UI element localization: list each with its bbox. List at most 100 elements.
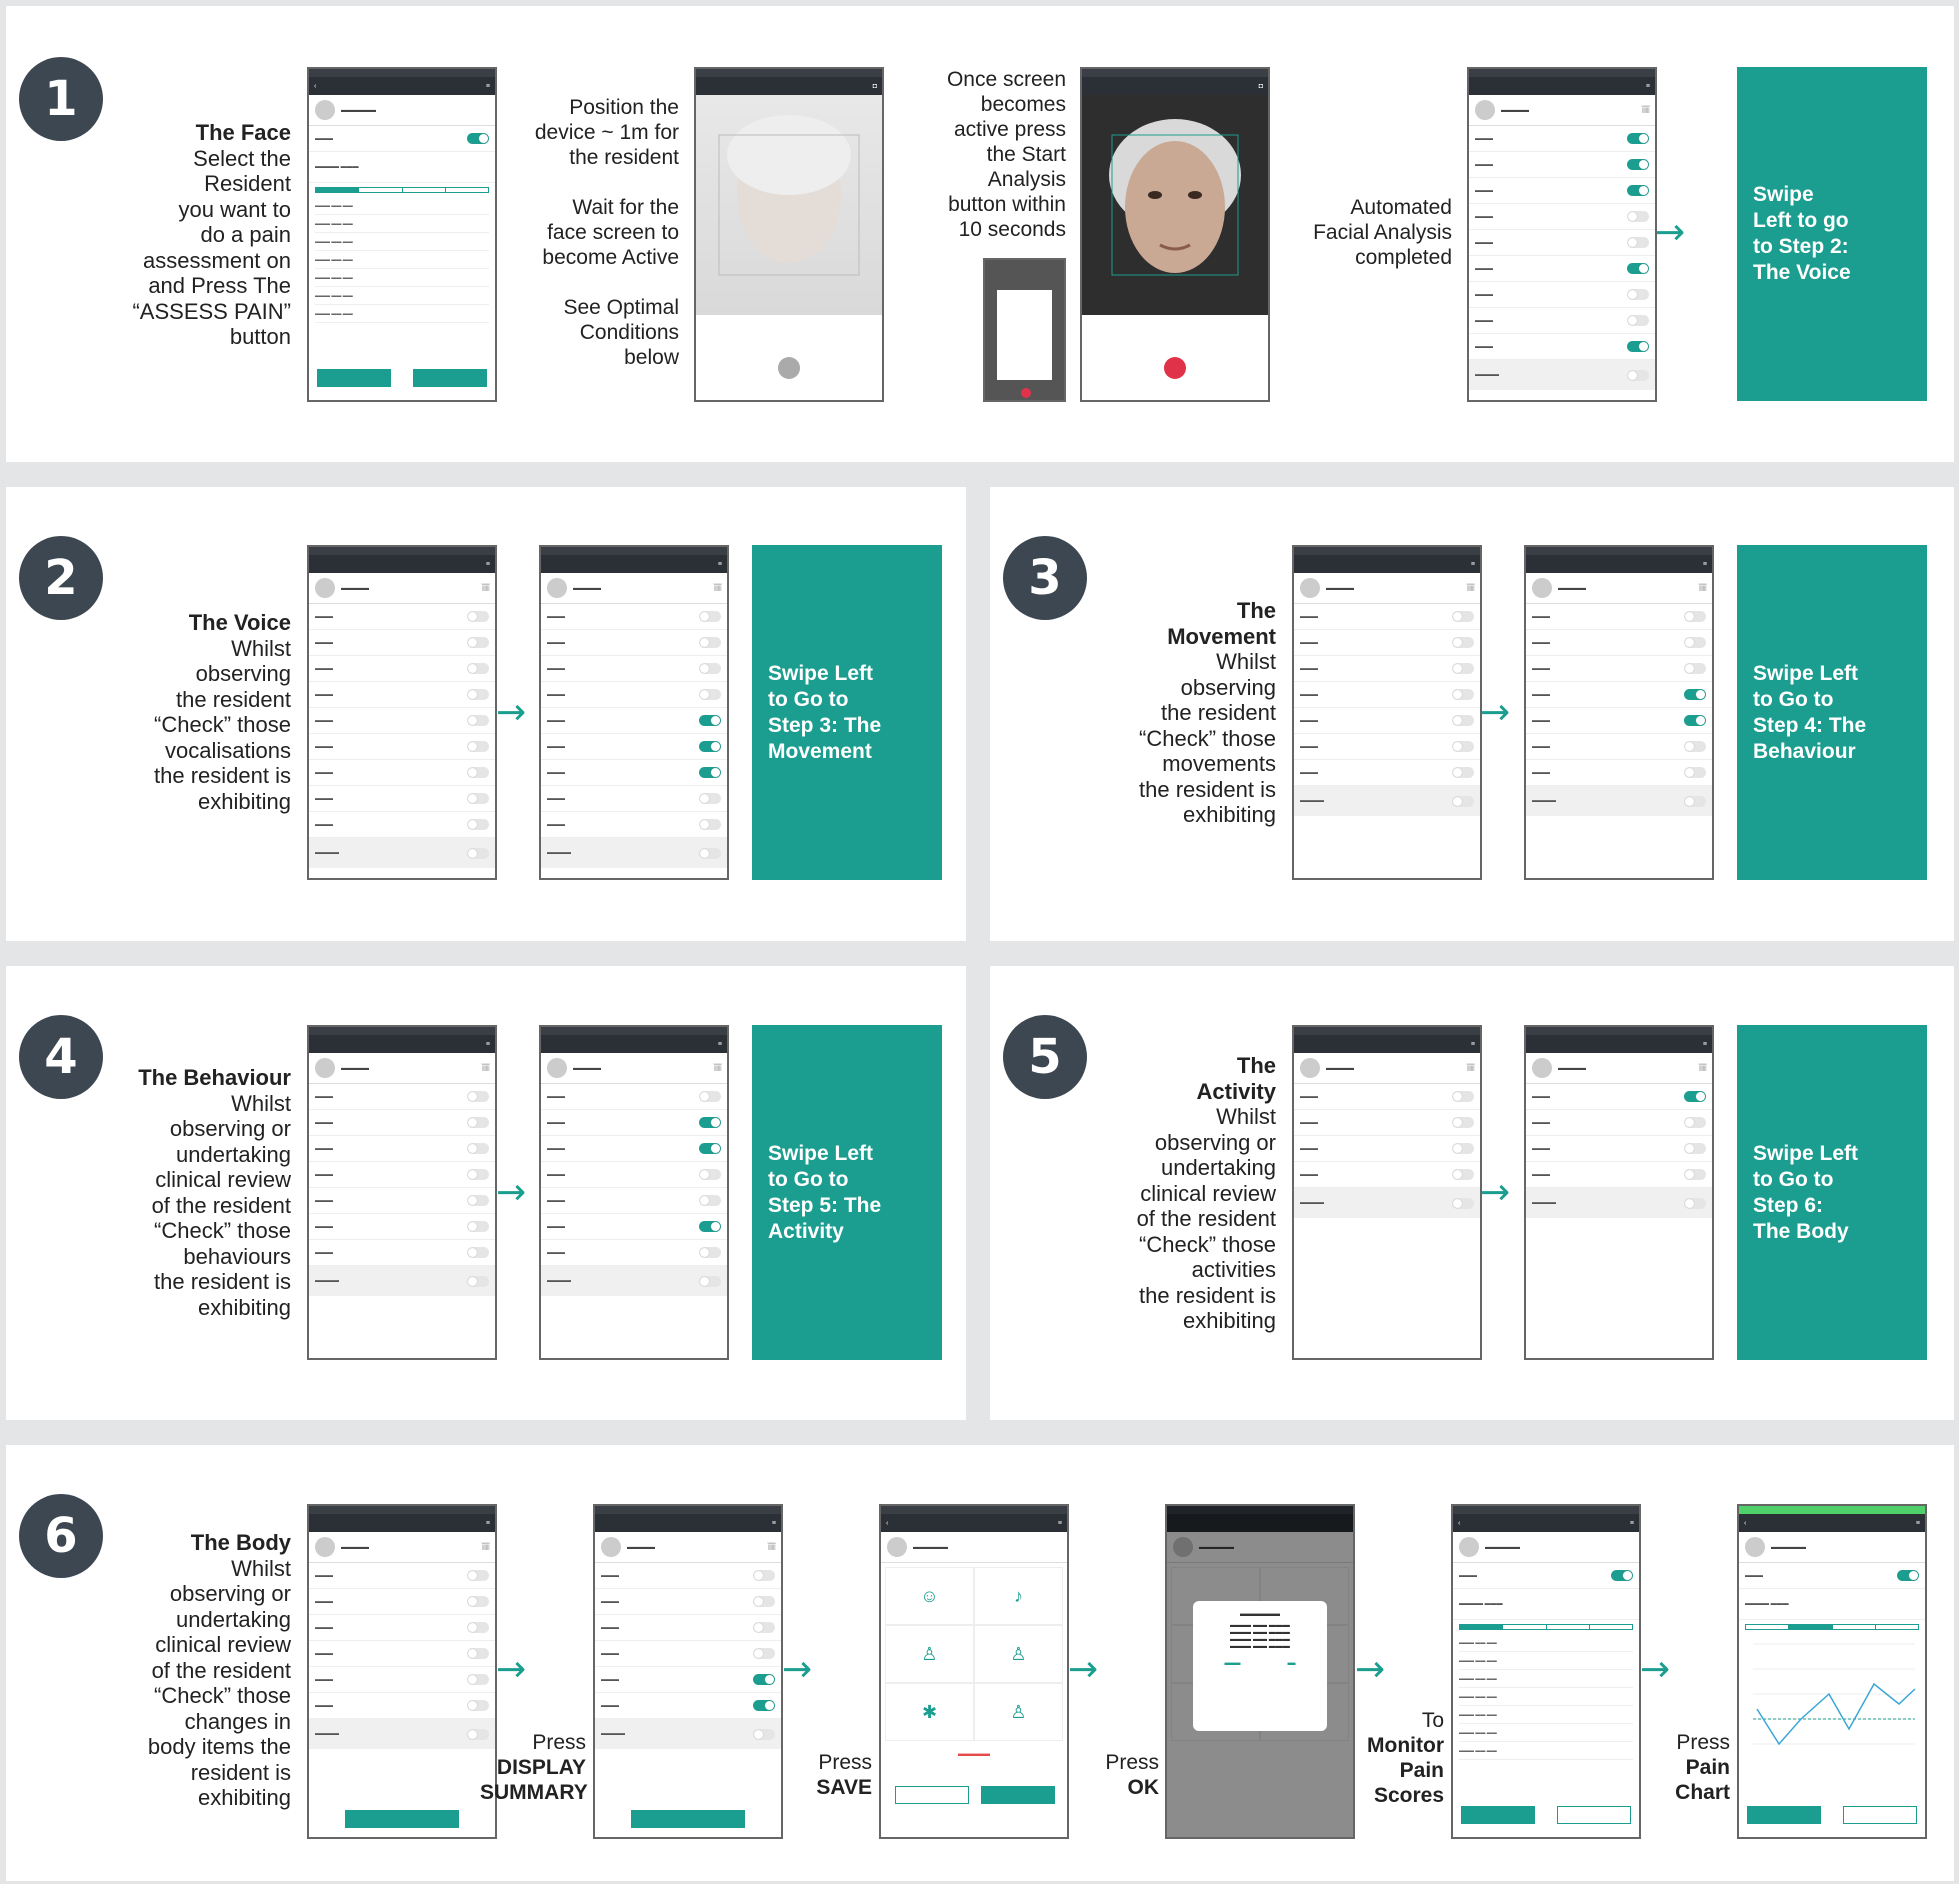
toggle-switch[interactable]	[467, 637, 489, 648]
toggle-switch[interactable]	[1627, 185, 1649, 196]
toggle-switch[interactable]	[699, 793, 721, 804]
toggle-switch[interactable]	[467, 1117, 489, 1128]
toggle-switch[interactable]	[467, 1195, 489, 1206]
toggle-switch[interactable]	[1627, 263, 1649, 274]
toggle-switch[interactable]	[467, 1596, 489, 1607]
toggle-switch[interactable]	[467, 715, 489, 726]
toggle-switch[interactable]	[699, 1221, 721, 1232]
toggle-switch[interactable]	[1684, 611, 1706, 622]
menu-icon[interactable]: ≡	[1703, 561, 1707, 568]
toggle-switch[interactable]	[467, 1221, 489, 1232]
toggle-switch[interactable]	[1452, 637, 1474, 648]
menu-icon[interactable]: ≡	[486, 83, 490, 90]
toggle-switch[interactable]	[699, 847, 721, 859]
toggle-switch[interactable]	[1452, 663, 1474, 674]
toggle-switch[interactable]	[467, 1143, 489, 1154]
toggle-switch[interactable]	[467, 1570, 489, 1581]
menu-icon[interactable]: ≡	[772, 1520, 776, 1527]
menu-icon[interactable]: ≡	[718, 1041, 722, 1048]
toggle-switch[interactable]	[1627, 159, 1649, 170]
back-icon[interactable]: ‹	[1458, 1520, 1460, 1527]
toggle-switch[interactable]	[1684, 1197, 1706, 1209]
toggle-switch[interactable]	[1452, 741, 1474, 752]
back-icon[interactable]: ‹	[886, 1520, 888, 1527]
toggle-switch[interactable]	[699, 689, 721, 700]
activity-icon[interactable]: ✱	[885, 1683, 974, 1741]
menu-icon[interactable]: ≡	[1471, 1041, 1475, 1048]
toggle-switch[interactable]	[753, 1596, 775, 1607]
camera-icon[interactable]: ◘	[873, 83, 877, 90]
toggle-switch[interactable]	[699, 741, 721, 752]
menu-icon[interactable]: ≡	[718, 561, 722, 568]
toggle-switch[interactable]	[467, 1169, 489, 1180]
toggle-switch[interactable]	[1452, 1143, 1474, 1154]
toggle-switch[interactable]	[1684, 637, 1706, 648]
add-pain-relief-button[interactable]	[413, 369, 487, 387]
toggle-switch[interactable]	[1684, 1143, 1706, 1154]
toggle-switch[interactable]	[1452, 1169, 1474, 1180]
toggle-switch[interactable]	[699, 1247, 721, 1258]
back-icon[interactable]: ‹	[314, 83, 316, 90]
toggle-switch[interactable]	[1684, 689, 1706, 700]
back-icon[interactable]: ‹	[1744, 1520, 1746, 1527]
toggle-switch[interactable]	[699, 1143, 721, 1154]
start-analysis-button[interactable]	[1164, 357, 1186, 379]
toggle-switch[interactable]	[1452, 1117, 1474, 1128]
toggle-switch[interactable]	[1452, 715, 1474, 726]
toggle-switch[interactable]	[467, 1622, 489, 1633]
toggle-switch[interactable]	[753, 1622, 775, 1633]
toggle-switch[interactable]	[699, 663, 721, 674]
toggle-switch[interactable]	[467, 1275, 489, 1287]
display-summary-button[interactable]	[345, 1810, 459, 1828]
toggle-switch[interactable]	[699, 1195, 721, 1206]
menu-icon[interactable]: ≡	[1058, 1520, 1062, 1527]
toggle-switch[interactable]	[467, 611, 489, 622]
toggle-switch[interactable]	[699, 611, 721, 622]
camera-icon[interactable]: ◘	[1259, 83, 1263, 90]
toggle-switch[interactable]	[753, 1570, 775, 1581]
start-analysis-button[interactable]	[778, 357, 800, 379]
assess-pain-button[interactable]	[317, 369, 391, 387]
later-button[interactable]	[895, 1786, 969, 1804]
toggle-switch[interactable]	[467, 689, 489, 700]
movement-icon[interactable]: ♙	[885, 1625, 974, 1683]
toggle-switch[interactable]	[467, 1674, 489, 1685]
toggle-switch[interactable]	[467, 847, 489, 859]
toggle-switch[interactable]	[467, 767, 489, 778]
toggle-switch[interactable]	[699, 1169, 721, 1180]
menu-icon[interactable]: ≡	[1630, 1520, 1634, 1527]
toggle-switch[interactable]	[1627, 369, 1649, 381]
toggle-switch[interactable]	[1452, 767, 1474, 778]
cancel-button[interactable]: ▬▬	[1225, 1658, 1241, 1667]
behaviour-icon[interactable]: ♙	[974, 1625, 1063, 1683]
menu-icon[interactable]: ≡	[1703, 1041, 1707, 1048]
toggle-switch[interactable]	[1684, 663, 1706, 674]
toggle-switch[interactable]	[753, 1700, 775, 1711]
toggle-switch[interactable]	[1452, 689, 1474, 700]
toggle-switch[interactable]	[1452, 611, 1474, 622]
toggle-switch[interactable]	[1684, 1169, 1706, 1180]
toggle-switch[interactable]	[1627, 289, 1649, 300]
toggle-switch[interactable]	[699, 1275, 721, 1287]
toggle-switch[interactable]	[467, 1648, 489, 1659]
toggle-switch[interactable]	[1684, 795, 1706, 807]
voice-icon[interactable]: ♪	[974, 1567, 1063, 1625]
toggle-switch[interactable]	[1684, 741, 1706, 752]
toggle-switch[interactable]	[1627, 341, 1649, 352]
toggle-switch[interactable]	[467, 1091, 489, 1102]
add-pain-relief-button[interactable]	[1843, 1806, 1917, 1824]
menu-icon[interactable]: ≡	[1646, 83, 1650, 90]
menu-icon[interactable]: ≡	[486, 561, 490, 568]
menu-icon[interactable]: ≡	[1471, 561, 1475, 568]
toggle-switch[interactable]	[1627, 237, 1649, 248]
toggle-switch[interactable]	[1627, 315, 1649, 326]
menu-icon[interactable]: ≡	[486, 1520, 490, 1527]
toggle-switch[interactable]	[1684, 715, 1706, 726]
toggle-switch[interactable]	[1611, 1570, 1633, 1581]
toggle-switch[interactable]	[699, 1091, 721, 1102]
menu-icon[interactable]: ≡	[486, 1041, 490, 1048]
toggle-switch[interactable]	[699, 767, 721, 778]
toggle-switch[interactable]	[753, 1728, 775, 1740]
face-icon[interactable]: ☺	[885, 1567, 974, 1625]
assess-pain-button[interactable]	[1747, 1806, 1821, 1824]
